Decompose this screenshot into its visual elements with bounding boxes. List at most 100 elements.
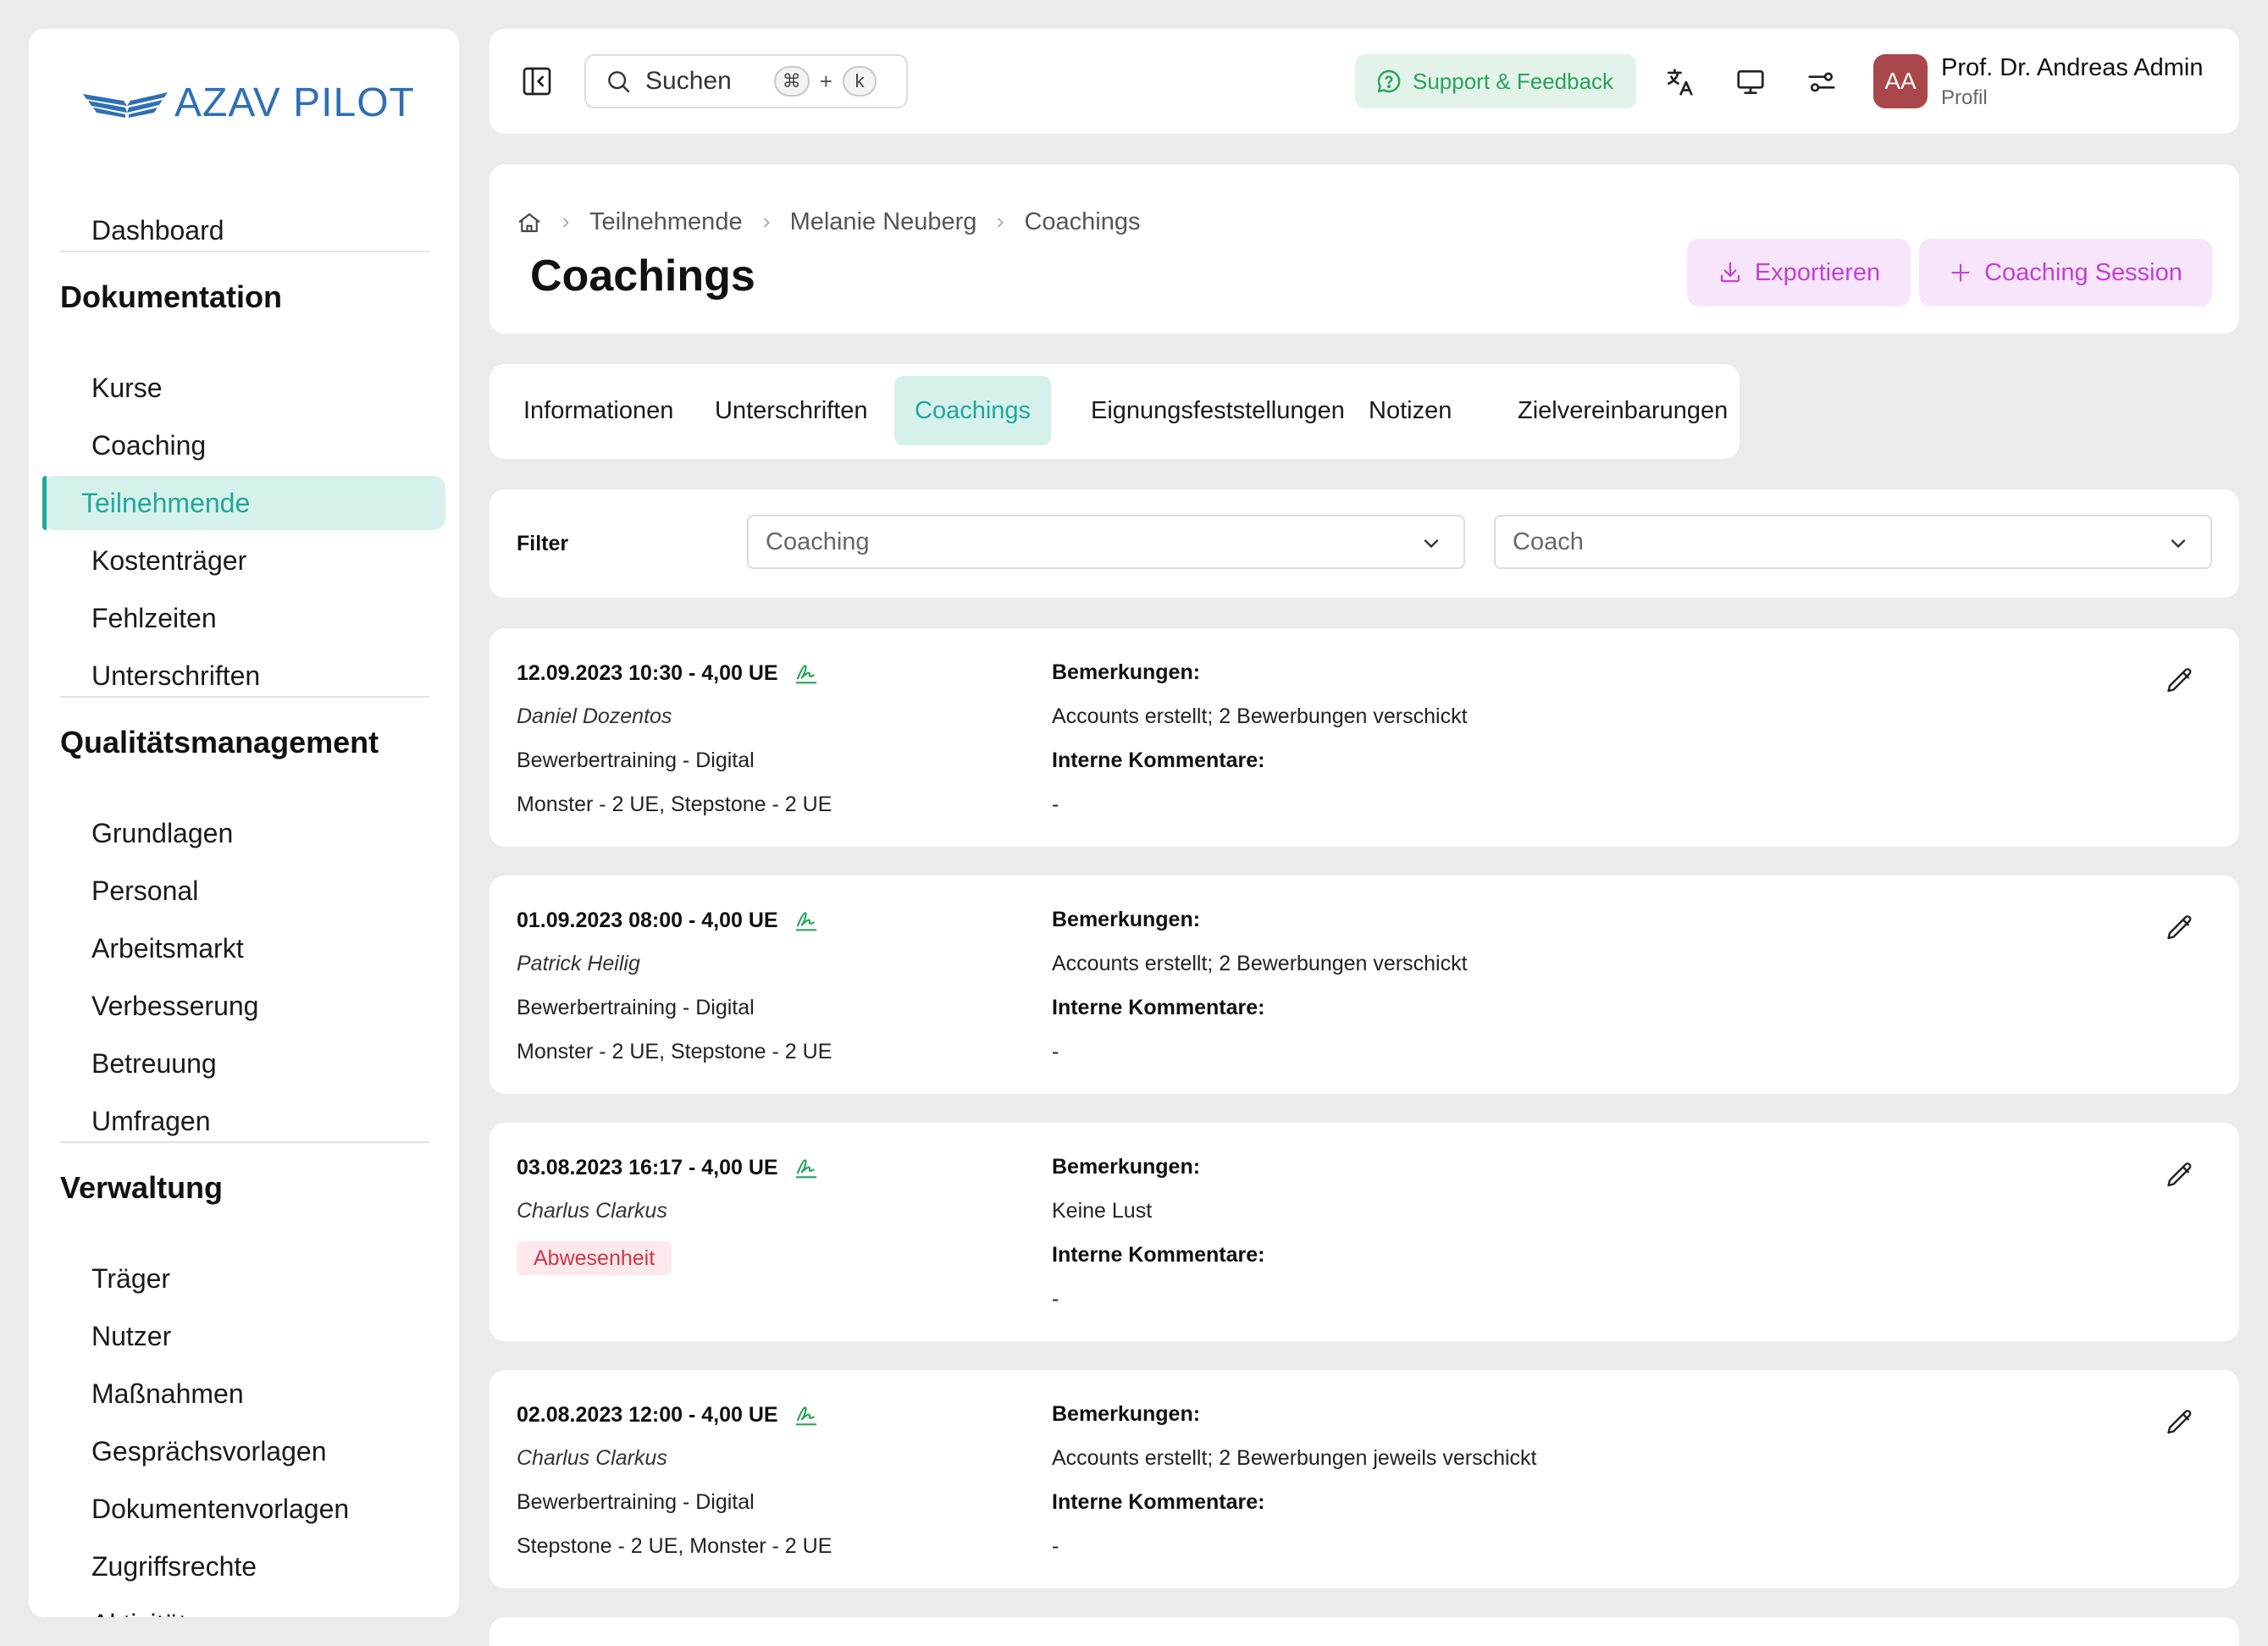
internal-comments-label: Interne Kommentare: (1052, 996, 1265, 1019)
tab-informationen[interactable]: Informationen (503, 376, 694, 445)
sidebar-item-label: Grundlagen (91, 817, 234, 848)
sidebar-item-nutzer[interactable]: Nutzer (63, 1309, 435, 1363)
signature-icon (794, 1402, 819, 1428)
sidebar-item-label: Arbeitsmarkt (91, 932, 244, 964)
sidebar-item-dokumentenvorlagen[interactable]: Dokumentenvorlagen (63, 1482, 435, 1536)
tab-unterschriften[interactable]: Unterschriften (694, 376, 888, 445)
sidebar-item-label: Dashboard (91, 214, 224, 246)
sidebar-item-coaching[interactable]: Coaching (63, 418, 435, 472)
internal-comments-label: Interne Kommentare: (1052, 1490, 1265, 1514)
remarks-text: Accounts erstellt; 2 Bewerbungen verschi… (1052, 704, 1468, 728)
support-feedback-label: Support & Feedback (1413, 68, 1614, 94)
sidebar-item-fehlzeiten[interactable]: Fehlzeiten (63, 591, 435, 645)
edit-pencil-icon[interactable] (2165, 913, 2195, 943)
sidebar-item-zugriffsrechte[interactable]: Zugriffsrechte (63, 1539, 435, 1594)
session-datetime: 02.08.2023 12:00 - 4,00 UE (517, 1402, 819, 1428)
user-profile-link[interactable]: Profil (1941, 86, 1988, 110)
sidebar-item-teilnehmende[interactable]: Teilnehmende (42, 476, 445, 530)
coaching-session-card: 12.09.2023 10:30 - 4,00 UE Daniel Dozent… (490, 628, 2239, 847)
sidebar-item-label: Träger (91, 1262, 171, 1294)
sidebar-item-traeger[interactable]: Träger (63, 1251, 435, 1306)
settings-sliders-icon[interactable] (1806, 66, 1838, 98)
sidebar-divider (60, 1141, 429, 1143)
sidebar-item-umfragen[interactable]: Umfragen (63, 1094, 435, 1148)
export-button[interactable]: Exportieren (1687, 239, 1911, 307)
sidebar-item-grundlagen[interactable]: Grundlagen (63, 806, 435, 860)
coach-filter-select[interactable]: Coach (1494, 515, 2212, 569)
page-header: Teilnehmende Melanie Neuberg Coachings C… (490, 164, 2239, 334)
sidebar-item-kostentraeger[interactable]: Kostenträger (63, 533, 435, 588)
internal-comments-label: Interne Kommentare: (1052, 748, 1265, 772)
shortcut-plus: + (819, 68, 833, 94)
breadcrumb-teilnehmende[interactable]: Teilnehmende (589, 208, 743, 236)
edit-pencil-icon[interactable] (2165, 1160, 2195, 1190)
session-datetime: 12.09.2023 10:30 - 4,00 UE (517, 660, 819, 686)
sidebar-item-unterschriften[interactable]: Unterschriften (63, 649, 435, 703)
sidebar-item-personal[interactable]: Personal (63, 864, 435, 918)
sidebar-item-kurse[interactable]: Kurse (63, 361, 435, 415)
sidebar-item-label: Coaching (91, 429, 207, 461)
coach-filter-placeholder: Coach (1513, 527, 1584, 555)
sidebar-item-betreuung[interactable]: Betreuung (63, 1036, 435, 1091)
tab-coachings[interactable]: Coachings (894, 376, 1052, 445)
tab-zielvereinbarungen[interactable]: Zielvereinbarungen (1497, 376, 1748, 445)
sidebar-section-verwaltung: Verwaltung (60, 1170, 224, 1205)
search-icon (605, 68, 632, 95)
shortcut-key-k: k (842, 66, 877, 97)
sidebar-item-label: Maßnahmen (91, 1378, 244, 1409)
sidebar-item-aktivitaet[interactable]: Aktivität (63, 1597, 435, 1618)
session-coach: Charlus Clarkus (517, 1446, 667, 1470)
signature-icon (794, 908, 819, 933)
remarks-text: Accounts erstellt; 2 Bewerbungen jeweils… (1052, 1446, 1537, 1470)
sidebar-divider (60, 251, 429, 252)
remarks-label: Bemerkungen: (1052, 908, 1201, 931)
chevron-right-icon (760, 216, 773, 229)
remarks-text: Accounts erstellt; 2 Bewerbungen verschi… (1052, 952, 1468, 975)
app-logo[interactable]: AZAV PILOT (83, 80, 415, 126)
logo-wings-icon (83, 89, 168, 118)
session-datetime-text: 03.08.2023 16:17 - 4,00 UE (517, 1155, 778, 1179)
user-name[interactable]: Prof. Dr. Andreas Admin (1941, 54, 2203, 82)
coaching-filter-select[interactable]: Coaching (747, 515, 1465, 569)
tab-notizen[interactable]: Notizen (1348, 376, 1472, 445)
tab-eignungsfeststellungen[interactable]: Eignungsfeststellungen (1070, 376, 1365, 445)
sidebar-item-verbesserung[interactable]: Verbesserung (63, 979, 435, 1033)
sidebar-item-dashboard[interactable]: Dashboard (63, 203, 435, 257)
sidebar-item-label: Umfragen (91, 1105, 211, 1136)
sidebar-item-label: Fehlzeiten (91, 602, 217, 633)
session-datetime-text: 01.09.2023 08:00 - 4,00 UE (517, 908, 778, 932)
help-chat-icon (1375, 68, 1402, 95)
filter-bar: Filter Coaching Coach (490, 489, 2239, 598)
home-icon[interactable] (517, 210, 542, 235)
edit-pencil-icon[interactable] (2165, 666, 2195, 696)
add-coaching-session-button[interactable]: Coaching Session (1919, 239, 2212, 307)
logo-text: AZAV PILOT (174, 80, 415, 125)
sidebar-item-label: Betreuung (91, 1047, 217, 1079)
breadcrumb-participant[interactable]: Melanie Neuberg (790, 208, 977, 236)
sidebar-item-label: Zugriffsrechte (91, 1550, 257, 1582)
search-input[interactable]: Suchen ⌘ + k (584, 54, 908, 108)
sidebar-item-label: Verbesserung (91, 990, 259, 1021)
session-datetime-text: 02.08.2023 12:00 - 4,00 UE (517, 1402, 778, 1427)
breadcrumb-coachings[interactable]: Coachings (1024, 208, 1140, 236)
support-feedback-button[interactable]: Support & Feedback (1355, 54, 1636, 108)
sidebar-section-qualitaetsmanagement: Qualitätsmanagement (60, 725, 379, 759)
sidebar-toggle-icon[interactable] (520, 64, 554, 98)
translate-icon[interactable] (1663, 66, 1695, 98)
session-type: Bewerbertraining - Digital (517, 996, 755, 1019)
remarks-label: Bemerkungen: (1052, 1155, 1201, 1179)
monitor-icon[interactable] (1734, 66, 1767, 98)
avatar[interactable]: AA (1873, 54, 1928, 108)
sidebar-item-gespraechsvorlagen[interactable]: Gesprächsvorlagen (63, 1424, 435, 1478)
sidebar-section-dokumentation: Dokumentation (60, 279, 283, 314)
sidebar-item-massnahmen[interactable]: Maßnahmen (63, 1367, 435, 1421)
session-coach: Patrick Heilig (517, 952, 640, 975)
coaching-session-card (490, 1617, 2239, 1646)
sidebar-divider (60, 696, 429, 698)
sidebar-item-arbeitsmarkt[interactable]: Arbeitsmarkt (63, 921, 435, 975)
session-details: Monster - 2 UE, Stepstone - 2 UE (517, 793, 833, 816)
edit-pencil-icon[interactable] (2165, 1407, 2195, 1438)
session-details: Monster - 2 UE, Stepstone - 2 UE (517, 1040, 833, 1063)
session-type: Bewerbertraining - Digital (517, 748, 755, 772)
sidebar-item-label: Unterschriften (91, 660, 261, 691)
